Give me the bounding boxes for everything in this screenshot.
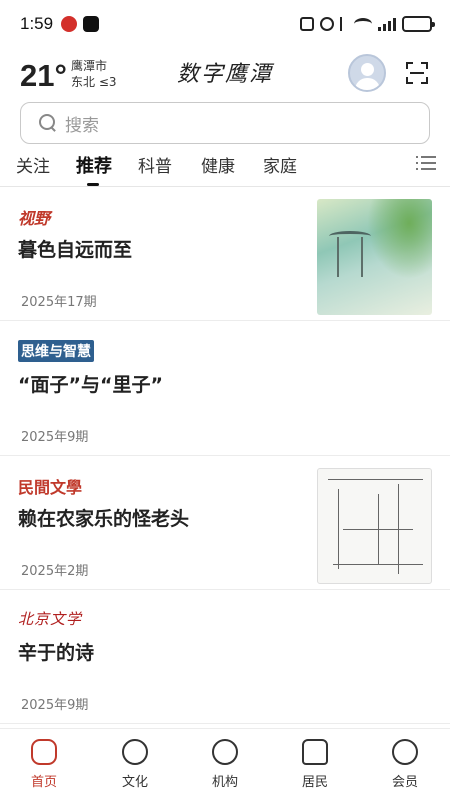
- status-time: 1:59: [20, 14, 54, 33]
- category-tabs: 关注 推荐 科普 健康 家庭: [0, 144, 450, 186]
- tab-menu-icon[interactable]: [416, 154, 436, 172]
- weather-temperature[interactable]: 21°: [20, 58, 67, 94]
- article-thumbnail: [317, 468, 432, 584]
- article-item[interactable]: 民間文學 赖在农家乐的怪老头 2025年2期: [0, 456, 450, 590]
- nav-label: 会员: [391, 775, 418, 790]
- nav-culture[interactable]: 文化: [105, 739, 165, 790]
- tab-kepu[interactable]: 科普: [138, 152, 172, 177]
- article-thumbnail: [317, 199, 432, 315]
- home-icon: [31, 739, 57, 765]
- article-issue: 2025年2期: [21, 564, 89, 579]
- nfc-icon: [300, 17, 314, 31]
- weather-city: 鹰潭市: [71, 59, 108, 73]
- article-title: 赖在农家乐的怪老头: [18, 508, 190, 530]
- article-issue: 2025年9期: [21, 698, 89, 713]
- article-title: 辛于的诗: [18, 642, 95, 664]
- nav-label: 首页: [30, 775, 57, 790]
- article-item[interactable]: 北京文学 辛于的诗 2025年9期: [0, 590, 450, 724]
- status-system-icons: [300, 16, 435, 32]
- app-header: 21° 鹰潭市 东北 ≤3 数字鹰潭: [0, 48, 450, 100]
- search-icon: [39, 114, 57, 132]
- battery-icon: [402, 16, 435, 32]
- brand-logo: 数字鹰潭: [176, 62, 273, 87]
- nav-member[interactable]: 会员: [375, 739, 435, 790]
- nav-resident[interactable]: 居民: [285, 739, 345, 790]
- article-issue: 2025年17期: [21, 295, 97, 310]
- article-source: 民間文學: [18, 478, 83, 497]
- article-source: 思维与智慧: [18, 340, 94, 362]
- article-issue: 2025年9期: [21, 430, 89, 445]
- scan-icon[interactable]: [406, 62, 428, 84]
- bottom-nav: 首页 文化 机构 居民 会员: [0, 728, 450, 800]
- article-title: “面子”与“里子”: [18, 374, 163, 396]
- bluetooth-icon: [340, 17, 348, 31]
- nav-label: 机构: [211, 775, 238, 790]
- article-title: 暮色自远而至: [18, 239, 133, 261]
- nav-label: 文化: [121, 775, 148, 790]
- weather-location[interactable]: 鹰潭市 东北 ≤3: [71, 58, 117, 90]
- app-notification-icon: [61, 16, 78, 32]
- avatar-body: [355, 78, 380, 90]
- avatar-head: [361, 63, 374, 76]
- article-item[interactable]: 视野 暮色自远而至 2025年17期: [0, 187, 450, 321]
- alarm-icon: [320, 17, 334, 31]
- search-bar[interactable]: 搜索: [20, 102, 430, 144]
- tab-jiankang[interactable]: 健康: [201, 152, 235, 177]
- signal-icon: [378, 17, 396, 31]
- article-source: 视野: [18, 209, 51, 228]
- tab-tuijian[interactable]: 推荐: [76, 152, 112, 178]
- tiktok-icon: [83, 16, 100, 32]
- nav-label: 居民: [301, 775, 328, 790]
- article-item[interactable]: 思维与智慧 “面子”与“里子” 2025年9期: [0, 322, 450, 456]
- avatar[interactable]: [348, 54, 386, 92]
- tab-guanzhu[interactable]: 关注: [16, 152, 50, 177]
- phone-icon: [212, 739, 238, 765]
- status-app-icons: [61, 16, 100, 32]
- article-source: 北京文学: [18, 610, 83, 628]
- tab-jiating[interactable]: 家庭: [263, 152, 297, 177]
- member-icon: [392, 739, 418, 765]
- wifi-icon: [354, 18, 372, 30]
- nav-institution[interactable]: 机构: [195, 739, 255, 790]
- culture-icon: [122, 739, 148, 765]
- nav-home[interactable]: 首页: [14, 739, 74, 790]
- resident-icon: [302, 739, 328, 765]
- search-input[interactable]: 搜索: [65, 111, 99, 136]
- status-bar: 1:59: [0, 0, 450, 48]
- weather-wind: 东北 ≤3: [71, 75, 117, 89]
